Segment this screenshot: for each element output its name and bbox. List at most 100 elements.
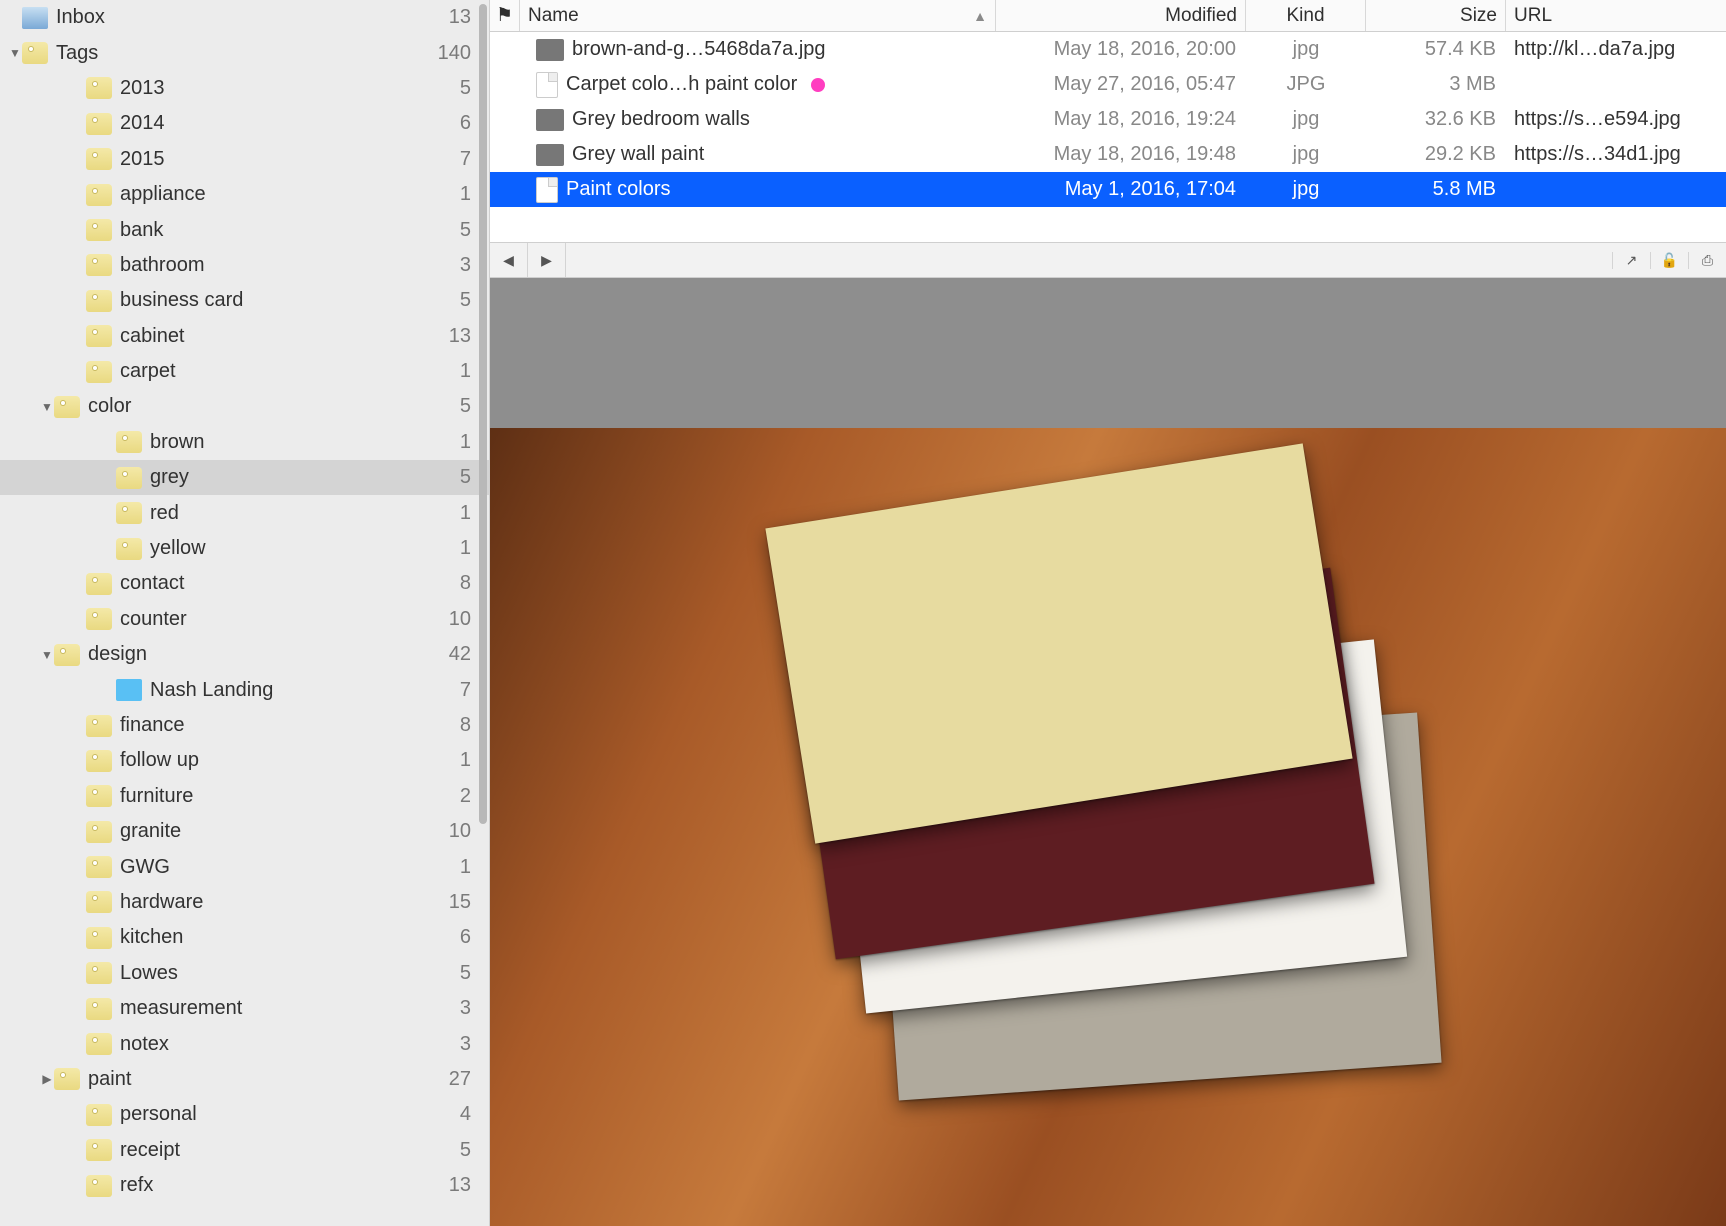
sidebar: Inbox13▼Tags140201352014620157appliance1… [0, 0, 490, 1226]
lock-button[interactable]: 🔓 [1650, 252, 1688, 269]
column-size[interactable]: Size [1366, 0, 1506, 31]
sidebar-item-count: 5 [431, 466, 471, 489]
sidebar-item-color[interactable]: ▼color5 [0, 389, 489, 424]
sidebar-item-count: 1 [431, 856, 471, 879]
sidebar-item-lowes[interactable]: Lowes5 [0, 956, 489, 991]
column-url[interactable]: URL [1506, 0, 1726, 31]
file-row[interactable]: Grey bedroom wallsMay 18, 2016, 19:24jpg… [490, 102, 1726, 137]
sidebar-scrollbar[interactable] [479, 4, 487, 824]
sidebar-item-kitchen[interactable]: kitchen6 [0, 920, 489, 955]
file-name: brown-and-g…5468da7a.jpg [572, 38, 826, 61]
sidebar-item-measurement[interactable]: measurement3 [0, 991, 489, 1026]
sidebar-item-count: 1 [431, 360, 471, 383]
tag-icon [86, 148, 112, 170]
file-name-cell: Grey bedroom walls [520, 108, 996, 131]
sidebar-item-inbox[interactable]: Inbox13 [0, 0, 489, 35]
sidebar-item-design[interactable]: ▼design42 [0, 637, 489, 672]
column-flag[interactable]: ⚑ [490, 0, 520, 31]
sidebar-item-label: 2013 [120, 77, 431, 100]
sidebar-item-count: 3 [431, 997, 471, 1020]
chevron-down-icon[interactable]: ▼ [8, 46, 22, 60]
sidebar-item-count: 3 [431, 254, 471, 277]
sidebar-item-2014[interactable]: 20146 [0, 106, 489, 141]
sidebar-item-label: counter [120, 608, 431, 631]
sidebar-item-2015[interactable]: 20157 [0, 142, 489, 177]
sidebar-item-gwg[interactable]: GWG1 [0, 849, 489, 884]
nav-back-button[interactable]: ◀ [490, 243, 528, 277]
column-modified[interactable]: Modified [996, 0, 1246, 31]
file-row[interactable]: Grey wall paint May 18, 2016, 19:48jpg29.… [490, 137, 1726, 172]
file-row[interactable]: Carpet colo…h paint colorMay 27, 2016, 0… [490, 67, 1726, 102]
sidebar-item-cabinet[interactable]: cabinet13 [0, 319, 489, 354]
sidebar-item-label: refx [120, 1174, 431, 1197]
sidebar-item-label: yellow [150, 537, 431, 560]
column-kind[interactable]: Kind [1246, 0, 1366, 31]
sidebar-item-tags[interactable]: ▼Tags140 [0, 35, 489, 70]
nav-forward-button[interactable]: ▶ [528, 243, 566, 277]
sidebar-item-yellow[interactable]: yellow1 [0, 531, 489, 566]
file-list-spacer [490, 207, 1726, 242]
file-modified: May 18, 2016, 19:48 [996, 143, 1246, 166]
tag-icon [86, 962, 112, 984]
thumbnail-icon [536, 39, 564, 61]
sidebar-item-follow-up[interactable]: follow up1 [0, 743, 489, 778]
sidebar-item-grey[interactable]: grey5 [0, 460, 489, 495]
chevron-down-icon[interactable]: ▼ [40, 648, 54, 662]
sidebar-item-bank[interactable]: bank5 [0, 212, 489, 247]
file-size: 29.2 KB [1366, 143, 1506, 166]
sidebar-item-count: 6 [431, 926, 471, 949]
share-button[interactable]: ↗ [1612, 252, 1650, 269]
sidebar-item-nash-landing[interactable]: Nash Landing7 [0, 672, 489, 707]
sidebar-item-2013[interactable]: 20135 [0, 71, 489, 106]
tag-icon [86, 113, 112, 135]
file-name: Paint colors [566, 178, 671, 201]
preview-toolbar: ◀ ▶ ↗ 🔓 ⎙ [490, 242, 1726, 278]
file-row[interactable]: brown-and-g…5468da7a.jpgMay 18, 2016, 20… [490, 32, 1726, 67]
column-name[interactable]: Name ▲ [520, 0, 996, 31]
file-name: Grey wall paint [572, 143, 704, 166]
file-kind: jpg [1246, 143, 1366, 166]
file-kind: jpg [1246, 178, 1366, 201]
sidebar-item-finance[interactable]: finance8 [0, 708, 489, 743]
sidebar-item-count: 6 [431, 112, 471, 135]
sidebar-item-label: furniture [120, 785, 431, 808]
tag-icon [86, 1033, 112, 1055]
file-url: https://s…e594.jpg [1506, 108, 1726, 131]
sidebar-item-paint[interactable]: ▶paint27 [0, 1062, 489, 1097]
file-kind: JPG [1246, 73, 1366, 96]
sidebar-item-personal[interactable]: personal4 [0, 1097, 489, 1132]
sidebar-item-furniture[interactable]: furniture2 [0, 779, 489, 814]
sidebar-item-count: 5 [431, 77, 471, 100]
sidebar-item-bathroom[interactable]: bathroom3 [0, 248, 489, 283]
sidebar-item-count: 5 [431, 395, 471, 418]
tag-icon [86, 927, 112, 949]
sidebar-item-contact[interactable]: contact8 [0, 566, 489, 601]
sidebar-item-carpet[interactable]: carpet1 [0, 354, 489, 389]
sidebar-item-brown[interactable]: brown1 [0, 425, 489, 460]
file-kind: jpg [1246, 108, 1366, 131]
sidebar-item-count: 7 [431, 148, 471, 171]
print-button[interactable]: ⎙ [1688, 252, 1726, 269]
sidebar-item-counter[interactable]: counter10 [0, 602, 489, 637]
sidebar-item-business-card[interactable]: business card5 [0, 283, 489, 318]
sidebar-item-count: 2 [431, 785, 471, 808]
sidebar-item-count: 8 [431, 572, 471, 595]
chevron-down-icon[interactable]: ▼ [40, 400, 54, 414]
sidebar-item-count: 1 [431, 537, 471, 560]
sidebar-item-notex[interactable]: notex3 [0, 1026, 489, 1061]
sidebar-item-appliance[interactable]: appliance1 [0, 177, 489, 212]
sidebar-item-red[interactable]: red1 [0, 495, 489, 530]
sidebar-item-label: measurement [120, 997, 431, 1020]
file-name-cell: Paint colors [520, 177, 996, 203]
sidebar-item-label: design [88, 643, 431, 666]
file-row[interactable]: Paint colorsMay 1, 2016, 17:04jpg5.8 MB [490, 172, 1726, 207]
tag-icon [86, 77, 112, 99]
sidebar-item-hardware[interactable]: hardware15 [0, 885, 489, 920]
sidebar-item-granite[interactable]: granite10 [0, 814, 489, 849]
tag-icon [86, 573, 112, 595]
tag-icon [86, 856, 112, 878]
sidebar-item-receipt[interactable]: receipt5 [0, 1133, 489, 1168]
file-kind: jpg [1246, 38, 1366, 61]
sidebar-item-refx[interactable]: refx13 [0, 1168, 489, 1203]
chevron-right-icon[interactable]: ▶ [40, 1072, 54, 1086]
